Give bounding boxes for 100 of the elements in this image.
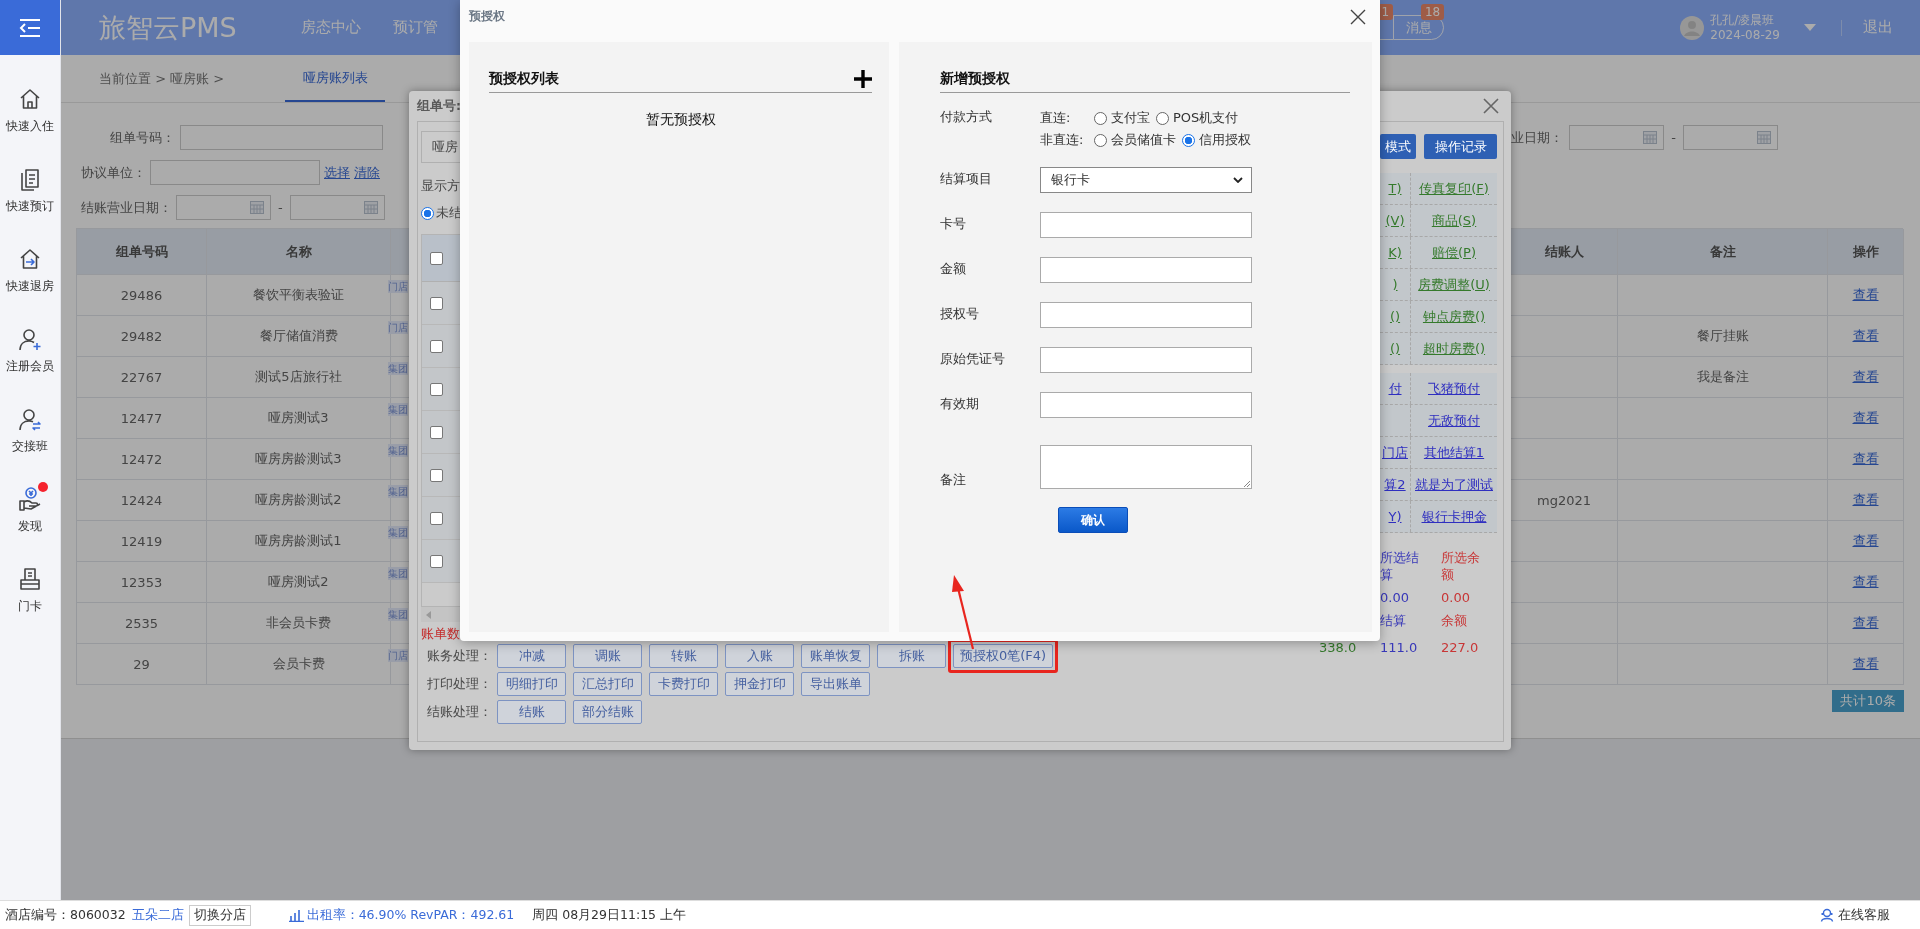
action-button[interactable]: 转账	[649, 644, 718, 668]
sidebar-item[interactable]: 门卡	[0, 550, 60, 630]
action-label: 打印处理：	[427, 675, 493, 693]
input-field[interactable]	[180, 125, 383, 150]
date-field[interactable]	[1683, 125, 1778, 150]
input-field[interactable]	[1040, 301, 1252, 328]
charge-link[interactable]: 传真复印(F)	[1419, 179, 1489, 198]
action-button[interactable]: 拆账	[877, 644, 946, 668]
charge-link[interactable]: 银行卡押金	[1421, 507, 1487, 526]
checkbox[interactable]	[430, 339, 443, 353]
charge-link[interactable]: 赔偿(P)	[1432, 243, 1476, 262]
sidebar-item[interactable]: 注册会员	[0, 310, 60, 390]
charge-link[interactable]: )	[1392, 277, 1398, 292]
charge-link[interactable]: 就是为了测试	[1415, 475, 1493, 494]
checkbox[interactable]	[430, 425, 443, 439]
action-button[interactable]: 卡费打印	[649, 672, 718, 696]
sidebar-item[interactable]: 发现	[0, 470, 60, 550]
radio-label[interactable]: 会员储值卡	[1111, 131, 1176, 149]
charge-link[interactable]: 付	[1388, 379, 1402, 398]
charge-link[interactable]: 超时房费()	[1422, 339, 1486, 358]
action-button[interactable]: 汇总打印	[573, 672, 642, 696]
charge-link[interactable]: 房费调整(U)	[1418, 275, 1490, 294]
sidebar-item[interactable]: 快速退房	[0, 230, 60, 310]
checkbox[interactable]	[430, 511, 443, 525]
radio-button[interactable]	[1156, 111, 1169, 125]
charge-link[interactable]: (V)	[1385, 213, 1405, 228]
input-field[interactable]	[1040, 391, 1252, 418]
radio-button[interactable]	[1094, 133, 1107, 147]
breadcrumb: 当前位置 > 哑房账 >	[98, 69, 226, 88]
charge-link[interactable]: ()	[1389, 309, 1401, 324]
action-button[interactable]: 冲减	[497, 644, 566, 668]
radio-button[interactable]	[421, 206, 434, 220]
select-field[interactable]: 银行卡	[1040, 166, 1252, 193]
support-link[interactable]: 在线客服	[1838, 906, 1890, 924]
view-link[interactable]: 查看	[1852, 368, 1879, 386]
menu-button[interactable]	[0, 0, 60, 55]
action-button[interactable]: 结账	[497, 700, 566, 724]
action-button[interactable]: 入账	[725, 644, 794, 668]
action-button[interactable]: 部分结账	[573, 700, 642, 724]
charge-link[interactable]: Y)	[1388, 509, 1402, 524]
charge-link[interactable]: 钟点房费()	[1422, 307, 1486, 326]
add-icon[interactable]	[854, 70, 872, 88]
text-link[interactable]: 选择	[324, 163, 350, 182]
mode-button[interactable]: 模式	[1380, 134, 1416, 159]
charge-link[interactable]: 商品(S)	[1431, 211, 1477, 230]
text-area[interactable]	[1040, 445, 1252, 489]
action-button[interactable]: 明细打印	[497, 672, 566, 696]
branch-link[interactable]: 五朵二店	[131, 906, 184, 924]
date-field[interactable]	[176, 195, 271, 220]
radio-label[interactable]: POS机支付	[1173, 109, 1239, 127]
action-button[interactable]: 押金打印	[725, 672, 794, 696]
view-link[interactable]: 查看	[1852, 450, 1879, 468]
sidebar-item[interactable]: 快速预订	[0, 150, 60, 230]
charge-link[interactable]: 其他结算1	[1423, 443, 1485, 462]
view-link[interactable]: 查看	[1852, 409, 1879, 427]
hotel-number: 酒店编号：8060032	[5, 906, 126, 924]
log-button[interactable]: 操作记录	[1424, 134, 1497, 159]
checkbox[interactable]	[430, 382, 443, 396]
checkbox[interactable]	[430, 468, 443, 482]
confirm-button[interactable]: 确认	[1058, 507, 1128, 533]
sidebar-item[interactable]: 快速入住	[0, 70, 60, 150]
charge-link[interactable]: T)	[1388, 181, 1402, 196]
action-button[interactable]: 导出账单	[801, 672, 870, 696]
close-icon[interactable]	[1350, 9, 1366, 25]
input-field[interactable]	[150, 160, 320, 185]
view-link[interactable]: 查看	[1852, 573, 1879, 591]
view-link[interactable]: 查看	[1852, 327, 1879, 345]
radio-button[interactable]	[1094, 111, 1107, 125]
radio-button[interactable]	[1182, 133, 1195, 147]
view-link[interactable]: 查看	[1852, 532, 1879, 550]
switch-branch-button[interactable]: 切换分店	[188, 904, 251, 926]
date-field[interactable]	[1569, 125, 1665, 150]
checkbox[interactable]	[430, 554, 443, 568]
charge-link[interactable]: 算2	[1384, 475, 1406, 494]
input-field[interactable]	[1040, 346, 1252, 373]
checkbox[interactable]	[430, 251, 443, 265]
text-link[interactable]: 清除	[354, 163, 380, 182]
charge-link[interactable]: 飞猪预付	[1428, 379, 1480, 398]
charge-link[interactable]: 门店	[1382, 443, 1408, 462]
input-field[interactable]	[1040, 211, 1252, 238]
view-link[interactable]: 查看	[1852, 655, 1879, 673]
date-field[interactable]	[289, 195, 385, 220]
action-button[interactable]: 账单恢复	[801, 644, 870, 668]
sidebar-item[interactable]: 交接班	[0, 390, 60, 470]
notice-text: 账单数	[421, 626, 460, 642]
charge-link[interactable]: 无敌预付	[1428, 411, 1480, 430]
action-button[interactable]: 调账	[573, 644, 642, 668]
checkbox[interactable]	[430, 296, 443, 310]
input-field[interactable]	[1040, 256, 1252, 283]
calendar-icon	[1643, 131, 1658, 144]
radio-label[interactable]: 支付宝	[1111, 109, 1150, 127]
resize-grip-icon[interactable]	[1243, 480, 1251, 488]
view-link[interactable]: 查看	[1852, 286, 1879, 304]
charge-link[interactable]: K)	[1388, 245, 1402, 260]
range-separator: -	[278, 200, 283, 215]
action-button[interactable]: 预授权0笔(F4)	[953, 644, 1054, 668]
view-link[interactable]: 查看	[1852, 491, 1879, 509]
charge-link[interactable]: ()	[1389, 341, 1401, 356]
view-link[interactable]: 查看	[1852, 614, 1879, 632]
radio-label[interactable]: 信用授权	[1199, 131, 1251, 149]
